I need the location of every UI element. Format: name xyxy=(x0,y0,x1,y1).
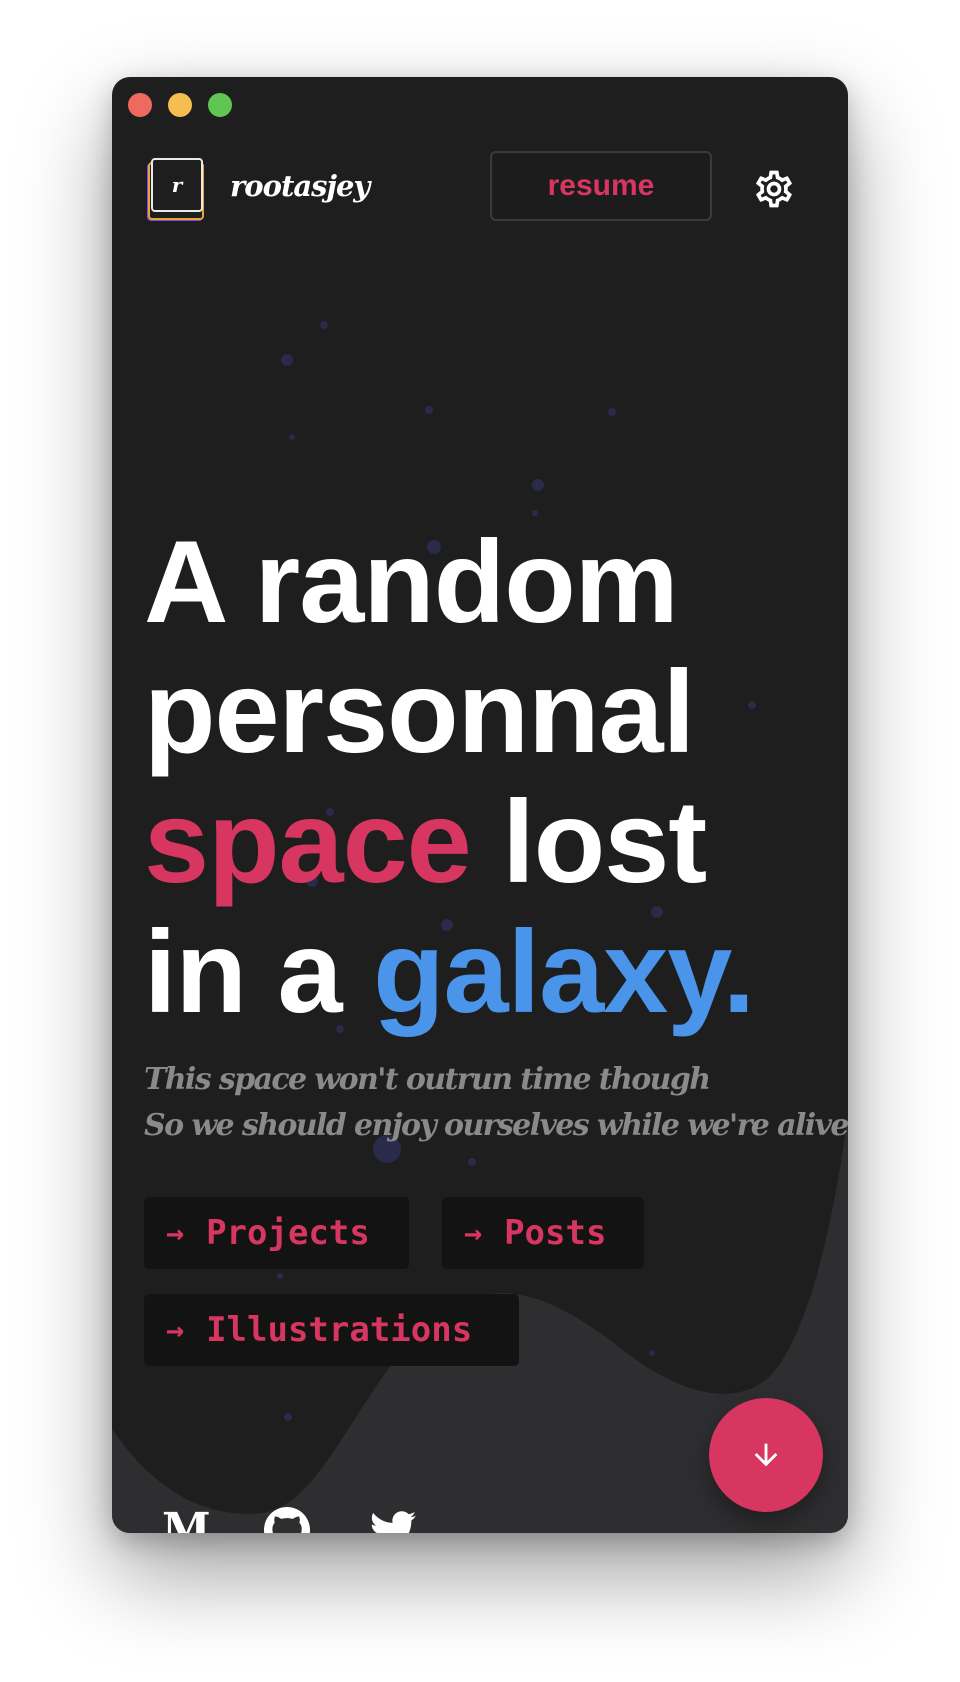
hero-text-lost: lost xyxy=(470,776,707,907)
app-window: r rootasjey resume A random personnal sp… xyxy=(112,77,848,1533)
tagline: This space won't outrun time though So w… xyxy=(144,1057,848,1149)
hero-line-4: in a galaxy. xyxy=(144,906,755,1037)
arrow-down-icon xyxy=(754,1443,778,1467)
window-controls xyxy=(128,93,232,117)
hero-line-3: space lost xyxy=(144,777,754,907)
tagline-line-2: So we should enjoy ourselves while we're… xyxy=(144,1108,848,1143)
hero-line-1: A random xyxy=(144,516,679,647)
close-window-button[interactable] xyxy=(128,93,152,117)
projects-button[interactable]: → Projects xyxy=(144,1197,409,1269)
illustrations-label: Illustrations xyxy=(206,1310,473,1350)
medium-icon[interactable]: M xyxy=(162,1507,211,1534)
illustrations-button[interactable]: → Illustrations xyxy=(144,1294,519,1366)
brand-name[interactable]: rootasjey xyxy=(230,169,370,203)
hero-text-in-a: in a xyxy=(144,906,374,1037)
site-logo[interactable]: r xyxy=(148,158,204,220)
maximize-window-button[interactable] xyxy=(208,93,232,117)
hero-line-2: personnal xyxy=(144,646,695,777)
minimize-window-button[interactable] xyxy=(168,93,192,117)
arrow-right-icon: → xyxy=(166,1215,185,1251)
hero-heading: A random personnal space lost in a galax… xyxy=(144,516,755,1037)
posts-label: Posts xyxy=(504,1213,607,1253)
github-icon[interactable] xyxy=(264,1507,310,1533)
hero-accent-space: space xyxy=(144,776,472,907)
tagline-line-1: This space won't outrun time though xyxy=(144,1062,711,1097)
arrow-right-icon: → xyxy=(464,1215,483,1251)
logo-letter: r xyxy=(151,158,203,212)
posts-button[interactable]: → Posts xyxy=(442,1197,644,1269)
hero-accent-galaxy: galaxy. xyxy=(373,906,755,1037)
resume-button[interactable]: resume xyxy=(490,151,712,221)
arrow-right-icon: → xyxy=(166,1312,185,1348)
twitter-icon[interactable] xyxy=(370,1507,416,1533)
gear-icon[interactable] xyxy=(752,167,796,211)
scroll-down-button[interactable] xyxy=(709,1398,823,1512)
projects-label: Projects xyxy=(206,1213,370,1253)
